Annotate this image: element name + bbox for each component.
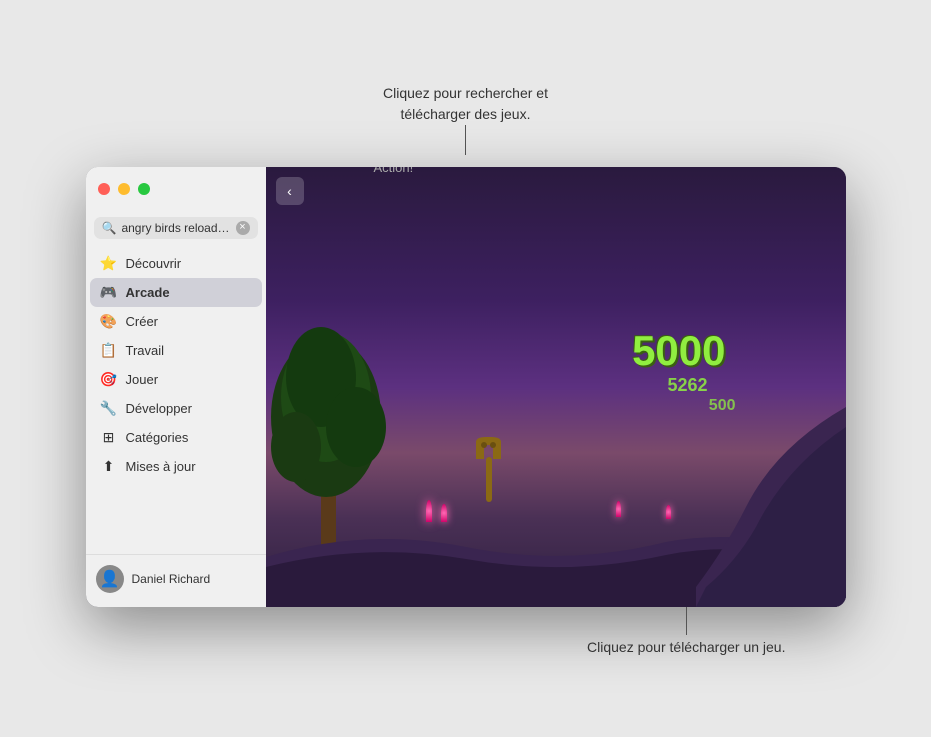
- user-profile[interactable]: 👤 Daniel Richard: [86, 554, 266, 607]
- annotation-line-top: [465, 125, 466, 155]
- sidebar-item-developper[interactable]: 🔧 Développer: [90, 394, 262, 423]
- sidebar-item-mises-a-jour[interactable]: ⬆ Mises à jour: [90, 452, 262, 481]
- search-bar[interactable]: 🔍 angry birds reloaded: [94, 217, 258, 239]
- score-main: 5000: [632, 327, 725, 375]
- game-screenshot: ‹ 5000 5262 500: [266, 167, 846, 607]
- sidebar: 🔍 angry birds reloaded ⭐ Découvrir 🎮 Arc…: [86, 167, 266, 607]
- arcade-icon: 🎮: [100, 284, 118, 301]
- user-name: Daniel Richard: [132, 572, 211, 586]
- decouvrir-icon: ⭐: [100, 255, 118, 272]
- minimize-button[interactable]: [118, 183, 130, 195]
- titlebar: [86, 167, 266, 211]
- sidebar-item-categories[interactable]: ⊞ Catégories: [90, 423, 262, 452]
- sidebar-item-label-categories: Catégories: [126, 430, 189, 445]
- travail-icon: 📋: [100, 342, 118, 359]
- right-terrain: [696, 407, 846, 607]
- sidebar-nav: ⭐ Découvrir 🎮 Arcade 🎨 Créer 📋 Travail 🎯: [86, 249, 266, 554]
- main-content: ‹ 5000 5262 500: [266, 167, 846, 607]
- search-input[interactable]: angry birds reloaded: [121, 221, 230, 235]
- game-subtitle: Classic Slingshot Action!: [374, 167, 473, 176]
- creer-icon: 🎨: [100, 313, 118, 330]
- sidebar-item-label-decouvrir: Découvrir: [126, 256, 182, 271]
- sidebar-item-label-arcade: Arcade: [126, 285, 170, 300]
- categories-icon: ⊞: [100, 429, 118, 446]
- close-button[interactable]: [98, 183, 110, 195]
- avatar: 👤: [96, 565, 124, 593]
- mises-a-jour-icon: ⬆: [100, 458, 118, 475]
- jouer-icon: 🎯: [100, 371, 118, 388]
- back-nav-button[interactable]: ‹: [276, 177, 304, 205]
- sidebar-item-label-developper: Développer: [126, 401, 193, 416]
- maximize-button[interactable]: [138, 183, 150, 195]
- app-window: 🔍 angry birds reloaded ⭐ Découvrir 🎮 Arc…: [86, 167, 846, 607]
- game-text-info: 🍎 Arcade Angry Birds Reloaded Classic Sl…: [374, 167, 473, 176]
- developper-icon: 🔧: [100, 400, 118, 417]
- sidebar-item-label-jouer: Jouer: [126, 372, 159, 387]
- sidebar-item-creer[interactable]: 🎨 Créer: [90, 307, 262, 336]
- search-clear-button[interactable]: [236, 221, 250, 235]
- sidebar-item-jouer[interactable]: 🎯 Jouer: [90, 365, 262, 394]
- score-secondary: 5262: [667, 375, 707, 396]
- sidebar-item-label-mises-a-jour: Mises à jour: [126, 459, 196, 474]
- annotation-top: Cliquez pour rechercher et télécharger d…: [383, 83, 548, 125]
- search-icon: 🔍: [102, 221, 117, 235]
- sidebar-item-decouvrir[interactable]: ⭐ Découvrir: [90, 249, 262, 278]
- sidebar-item-label-creer: Créer: [126, 314, 159, 329]
- annotation-bottom: Cliquez pour télécharger un jeu.: [587, 639, 785, 655]
- annotation-line-bottom: [686, 607, 687, 635]
- slingshot: [471, 437, 506, 502]
- sidebar-item-travail[interactable]: 📋 Travail: [90, 336, 262, 365]
- sidebar-item-label-travail: Travail: [126, 343, 165, 358]
- sidebar-item-arcade[interactable]: 🎮 Arcade: [90, 278, 262, 307]
